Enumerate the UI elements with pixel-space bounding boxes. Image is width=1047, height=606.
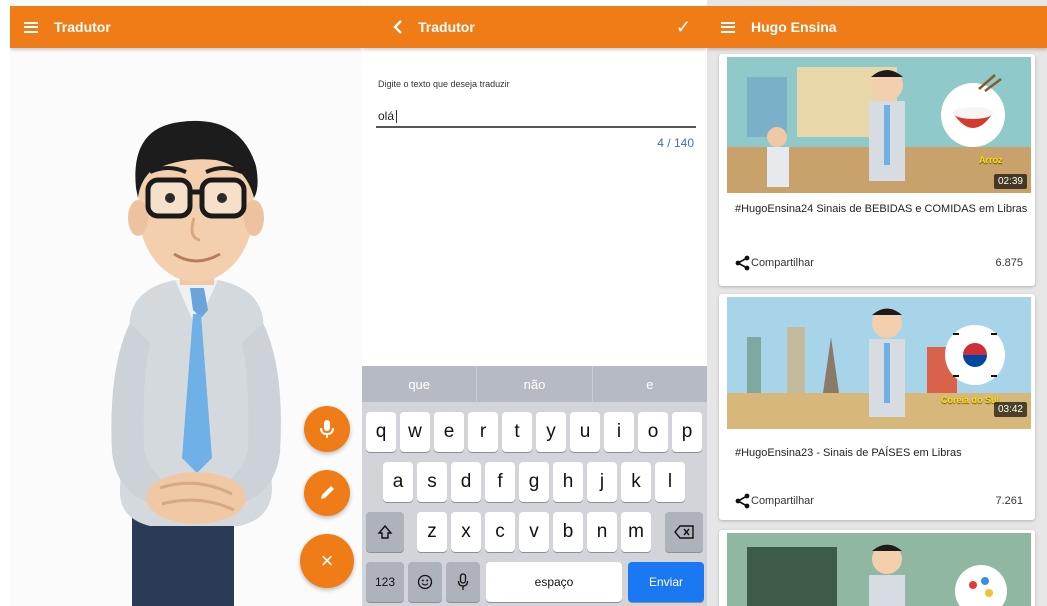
video-duration: 02:39: [993, 174, 1027, 189]
view-count: 7.261: [995, 495, 1023, 507]
share-icon: [735, 255, 750, 271]
key-z[interactable]: z: [417, 512, 447, 552]
key-x[interactable]: x: [451, 512, 481, 552]
app-title: Hugo Ensina: [751, 19, 837, 35]
emoji-key[interactable]: [408, 562, 442, 602]
key-v[interactable]: v: [519, 512, 549, 552]
backspace-key[interactable]: [665, 512, 703, 552]
video-thumbnail-image: [727, 57, 1031, 193]
microphone-icon: [320, 420, 334, 438]
screenshot-collage: Tradutor × Tradutor ✓ Digite o texto que…: [0, 0, 1047, 606]
key-n[interactable]: n: [587, 512, 617, 552]
key-a[interactable]: a: [383, 462, 413, 502]
key-p[interactable]: p: [672, 412, 702, 452]
microphone-icon: [457, 573, 469, 590]
key-l[interactable]: l: [655, 462, 685, 502]
share-button[interactable]: Compartilhar: [735, 493, 814, 509]
numbers-key[interactable]: 123: [366, 562, 404, 602]
key-e[interactable]: e: [434, 412, 464, 452]
input-prompt: Digite o texto que deseja traduzir: [378, 79, 510, 89]
menu-icon[interactable]: [721, 21, 735, 33]
key-f[interactable]: f: [485, 462, 515, 502]
text-caret: [396, 109, 398, 123]
edit-text-fab[interactable]: [304, 470, 350, 516]
close-fab[interactable]: ×: [300, 534, 354, 588]
key-w[interactable]: w: [400, 412, 430, 452]
suggestion-item[interactable]: que: [362, 366, 478, 402]
video-title[interactable]: #HugoEnsina24 Sinais de BEBIDAS e COMIDA…: [735, 202, 1030, 216]
video-thumbnail[interactable]: Coreia do Sul 03:42: [727, 297, 1031, 429]
backspace-icon: [674, 525, 694, 539]
app-bar: Tradutor: [10, 6, 362, 48]
suggestion-bar: que não e: [362, 366, 707, 402]
thumbnail-label: Coreia do Sul: [941, 395, 1000, 405]
send-key[interactable]: Enviar: [628, 562, 704, 602]
text-input-screen: Tradutor ✓ Digite o texto que deseja tra…: [362, 0, 707, 606]
share-icon: [735, 493, 750, 509]
video-duration: 03:42: [993, 402, 1027, 417]
microphone-fab[interactable]: [304, 406, 350, 452]
suggestion-item[interactable]: e: [593, 366, 707, 402]
key-c[interactable]: c: [485, 512, 515, 552]
share-label: Compartilhar: [751, 495, 814, 507]
video-title[interactable]: #HugoEnsina23 - Sinais de PAÍSES em Libr…: [735, 446, 1030, 460]
suggestion-item[interactable]: não: [477, 366, 593, 402]
key-i[interactable]: i: [604, 412, 634, 452]
key-s[interactable]: s: [417, 462, 447, 502]
shift-key[interactable]: [366, 512, 404, 552]
app-bar: Tradutor ✓: [362, 6, 707, 48]
share-button[interactable]: Compartilhar: [735, 255, 814, 271]
check-icon[interactable]: ✓: [676, 17, 691, 38]
key-y[interactable]: y: [536, 412, 566, 452]
view-count: 6.875: [995, 257, 1023, 269]
video-card[interactable]: [719, 530, 1035, 606]
input-value: olá: [378, 109, 395, 123]
avatar-stage: [10, 48, 362, 606]
translator-screen: Tradutor ×: [10, 0, 362, 606]
key-b[interactable]: b: [553, 512, 583, 552]
hugo-avatar: [111, 120, 281, 606]
character-counter: 4 / 140: [657, 136, 694, 150]
video-thumbnail-image: [727, 297, 1031, 429]
dictation-key[interactable]: [446, 562, 480, 602]
key-k[interactable]: k: [621, 462, 651, 502]
thumbnail-label: Arroz: [979, 155, 1003, 165]
close-icon: ×: [320, 548, 334, 573]
share-label: Compartilhar: [751, 257, 814, 269]
key-r[interactable]: r: [468, 412, 498, 452]
key-m[interactable]: m: [621, 512, 651, 552]
key-h[interactable]: h: [553, 462, 583, 502]
key-j[interactable]: j: [587, 462, 617, 502]
key-d[interactable]: d: [451, 462, 481, 502]
hugo-ensina-screen: Hugo Ensina Arroz 02:39 #HugoEnsina24 Si…: [707, 0, 1047, 606]
menu-icon[interactable]: [24, 21, 38, 33]
onscreen-keyboard: que não e q w e r t y u i o p a s d f g …: [362, 366, 707, 606]
chevron-left-icon: [393, 20, 402, 34]
key-u[interactable]: u: [570, 412, 600, 452]
video-thumbnail[interactable]: [727, 533, 1031, 606]
translation-text-field[interactable]: olá: [376, 106, 696, 128]
key-q[interactable]: q: [366, 412, 396, 452]
video-card[interactable]: Coreia do Sul 03:42 #HugoEnsina23 - Sina…: [719, 294, 1035, 520]
app-title: Tradutor: [54, 19, 111, 35]
emoji-icon: [417, 574, 433, 590]
video-thumbnail-image: [727, 533, 1031, 606]
back-button[interactable]: [384, 20, 412, 34]
key-t[interactable]: t: [502, 412, 532, 452]
video-thumbnail[interactable]: Arroz 02:39: [727, 57, 1031, 193]
pencil-icon: [321, 486, 334, 499]
space-key[interactable]: espaço: [486, 562, 622, 602]
shift-icon: [377, 524, 393, 539]
app-bar: Hugo Ensina: [707, 6, 1047, 48]
key-g[interactable]: g: [519, 462, 549, 502]
key-o[interactable]: o: [638, 412, 668, 452]
video-card[interactable]: Arroz 02:39 #HugoEnsina24 Sinais de BEBI…: [719, 54, 1035, 286]
app-title: Tradutor: [418, 19, 475, 35]
